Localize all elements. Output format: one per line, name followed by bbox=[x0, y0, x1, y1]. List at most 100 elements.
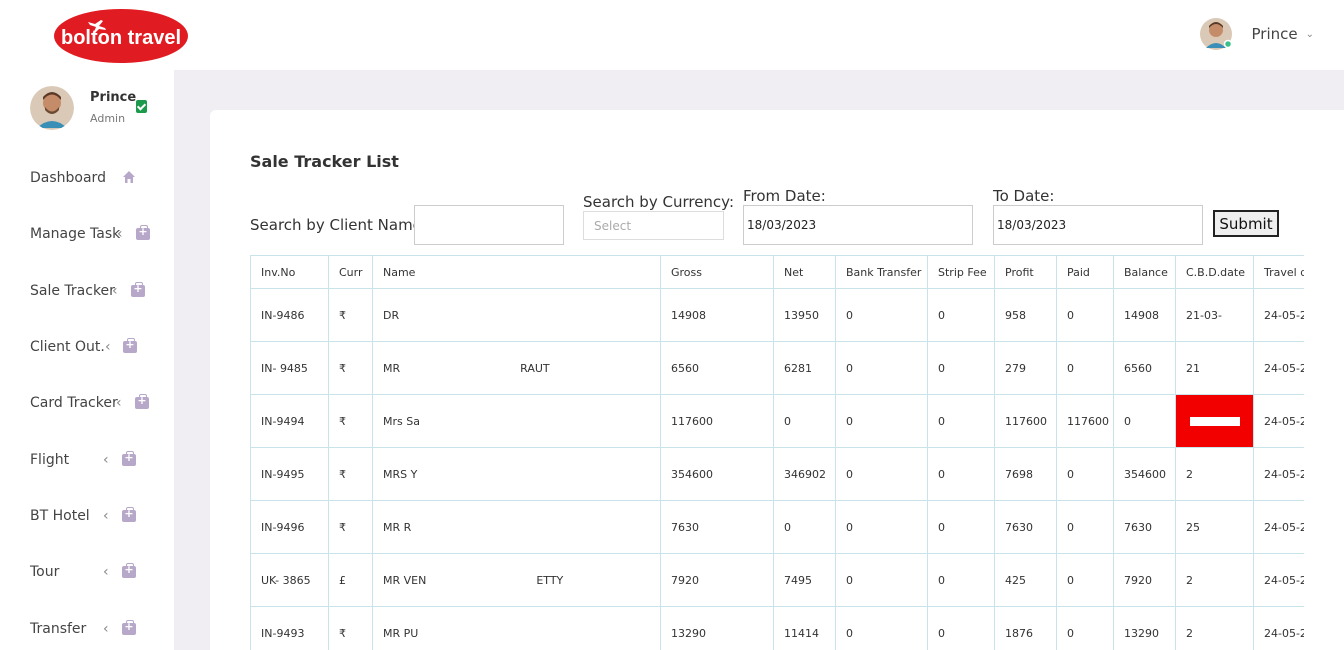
column-header[interactable]: Balance bbox=[1113, 255, 1176, 289]
table-cell: 0 bbox=[835, 341, 928, 395]
verified-badge-icon bbox=[136, 100, 147, 113]
table-cell: ₹ bbox=[328, 606, 373, 650]
column-header[interactable]: Net bbox=[773, 255, 836, 289]
table-cell: MR RAUT bbox=[372, 341, 661, 395]
table-cell: ₹ bbox=[328, 394, 373, 448]
from-date-input[interactable]: 18/03/2023 bbox=[743, 205, 973, 245]
table-cell: 425 bbox=[994, 553, 1057, 607]
chevron-left-icon: ‹ bbox=[103, 564, 109, 580]
bolton-travel-logo[interactable]: bolton travel bbox=[53, 8, 190, 64]
sidebar-item-sale-tracker[interactable]: Sale Tracker ‹ bbox=[30, 279, 160, 303]
sidebar-item-dashboard[interactable]: Dashboard bbox=[30, 166, 160, 190]
currency-select[interactable]: Select bbox=[583, 211, 724, 240]
table-row[interactable]: IN-9493 ₹ MR PU 13290 11414 0 0 1876 0 13290 2 24-0… bbox=[250, 606, 1304, 650]
user-menu[interactable]: Prince ⌄ bbox=[1199, 16, 1314, 52]
table-row[interactable]: IN-9495 ₹ MRS Y 354600 346902 0 0 7698 0 354600 2 2… bbox=[250, 447, 1304, 501]
chevron-down-icon[interactable]: ⌄ bbox=[1306, 29, 1314, 40]
table-cell: 0 bbox=[835, 606, 928, 650]
table-cell: 6281 bbox=[773, 341, 836, 395]
table-cell: 0 bbox=[1056, 553, 1114, 607]
to-date-label: To Date: bbox=[993, 187, 1055, 205]
sale-tracker-card: Sale Tracker List Search by Client Name:… bbox=[210, 110, 1344, 650]
table-cell: 6560 bbox=[660, 341, 774, 395]
table-row[interactable]: IN- 9485 ₹ MR RAUT 6560 6281 0 0 279 0 6560 21 24-05… bbox=[250, 341, 1304, 395]
column-header[interactable]: Name bbox=[372, 255, 661, 289]
table-cell: MR PU bbox=[372, 606, 661, 650]
table-cell: 24-05-20 bbox=[1253, 288, 1304, 342]
table-cell: 2 bbox=[1175, 447, 1254, 501]
sidebar-item-manage-task[interactable]: Manage Task ‹ bbox=[30, 222, 160, 246]
column-header[interactable]: Bank Transfer bbox=[835, 255, 928, 289]
client-name-label: Search by Client Name: bbox=[250, 216, 427, 234]
sidebar-item-bt-hotel[interactable]: BT Hotel ‹ bbox=[30, 504, 160, 528]
to-date-input[interactable]: 18/03/2023 bbox=[993, 205, 1203, 245]
table-cell: 346902 bbox=[773, 447, 836, 501]
column-header[interactable]: Strip Fee bbox=[927, 255, 995, 289]
column-header[interactable]: Profit bbox=[994, 255, 1057, 289]
user-name[interactable]: Prince bbox=[1252, 25, 1298, 43]
sidebar-item-tour[interactable]: Tour ‹ bbox=[30, 560, 160, 584]
table-cell: 7630 bbox=[660, 500, 774, 554]
column-header[interactable]: Travel d bbox=[1253, 255, 1304, 289]
table-cell: 0 bbox=[835, 394, 928, 448]
table-cell: 0 bbox=[927, 447, 995, 501]
table-cell: 24-05-20 bbox=[1253, 606, 1304, 650]
table-cell: 354600 bbox=[660, 447, 774, 501]
briefcase-icon bbox=[131, 282, 145, 297]
column-header[interactable]: Gross bbox=[660, 255, 774, 289]
sidebar-item-flight[interactable]: Flight ‹ bbox=[30, 448, 160, 472]
table-cell: 21 bbox=[1175, 341, 1254, 395]
briefcase-icon bbox=[136, 225, 150, 240]
table-cell: IN-9493 bbox=[250, 606, 329, 650]
table-cell: 0 bbox=[927, 553, 995, 607]
table-cell: ₹ bbox=[328, 288, 373, 342]
table-cell: 0 bbox=[927, 394, 995, 448]
from-date-label: From Date: bbox=[743, 187, 826, 205]
chevron-left-icon: ‹ bbox=[116, 395, 122, 411]
table-row[interactable]: IN-9494 ₹ Mrs Sa 117600 0 0 0 117600 117600 0 24-0… bbox=[250, 394, 1304, 448]
chevron-left-icon: ‹ bbox=[105, 339, 111, 355]
table-cell: 0 bbox=[1056, 447, 1114, 501]
table-row[interactable]: UK- 3865 £ MR VEN ETTY 7920 7495 0 0 425 0 7920 2 24… bbox=[250, 553, 1304, 607]
currency-label: Search by Currency: bbox=[583, 193, 735, 211]
table-cell: 21-03- bbox=[1175, 288, 1254, 342]
table-cell: MR R bbox=[372, 500, 661, 554]
column-header[interactable]: Inv.No bbox=[250, 255, 329, 289]
table-cell: MR VEN ETTY bbox=[372, 553, 661, 607]
sale-tracker-table-container[interactable]: Inv.No Curr Name Gross Net Bank Transfer… bbox=[250, 255, 1304, 650]
table-row[interactable]: IN-9496₹MR R76300007630076302524-05-20 bbox=[250, 500, 1304, 554]
briefcase-icon bbox=[122, 620, 136, 635]
briefcase-icon bbox=[135, 394, 149, 409]
sidebar-item-label: Tour bbox=[30, 564, 60, 580]
profile-name: Prince bbox=[90, 90, 137, 105]
table-cell: 7920 bbox=[1113, 553, 1176, 607]
column-header[interactable]: C.B.D.date bbox=[1175, 255, 1254, 289]
table-cell: 0 bbox=[927, 288, 995, 342]
table-cell: 0 bbox=[1056, 341, 1114, 395]
name-suffix: RAUT bbox=[520, 361, 550, 375]
sidebar-item-card-tracker[interactable]: Card Tracker ‹ bbox=[30, 391, 160, 415]
briefcase-icon bbox=[122, 507, 136, 522]
table-cell: 13290 bbox=[660, 606, 774, 650]
table-cell: UK- 3865 bbox=[250, 553, 329, 607]
client-name-input[interactable] bbox=[414, 205, 564, 245]
sidebar-item-transfer[interactable]: Transfer ‹ bbox=[30, 617, 160, 641]
table-cell: 0 bbox=[835, 553, 928, 607]
column-header[interactable]: Paid bbox=[1056, 255, 1114, 289]
table-cell: 24-05-20 bbox=[1253, 553, 1304, 607]
briefcase-icon bbox=[123, 338, 137, 353]
sidebar-item-client-out[interactable]: Client Out. ‹ bbox=[30, 335, 160, 359]
table-row[interactable]: IN-9486 ₹ DR 14908 13950 0 0 958 0 14908 21-03- 24-… bbox=[250, 288, 1304, 342]
table-cell: 24-05-20 bbox=[1253, 394, 1304, 448]
chevron-left-icon: ‹ bbox=[103, 508, 109, 524]
table-cell: 0 bbox=[835, 288, 928, 342]
column-header[interactable]: Curr bbox=[328, 255, 373, 289]
table-cell: 13950 bbox=[773, 288, 836, 342]
table-cell: ₹ bbox=[328, 341, 373, 395]
submit-button[interactable]: Submit bbox=[1213, 210, 1279, 237]
table-cell: 0 bbox=[773, 500, 836, 554]
sidebar-item-label: Manage Task bbox=[30, 226, 121, 242]
table-cell: MRS Y bbox=[372, 447, 661, 501]
home-icon bbox=[123, 171, 135, 183]
table-cell: 7920 bbox=[660, 553, 774, 607]
